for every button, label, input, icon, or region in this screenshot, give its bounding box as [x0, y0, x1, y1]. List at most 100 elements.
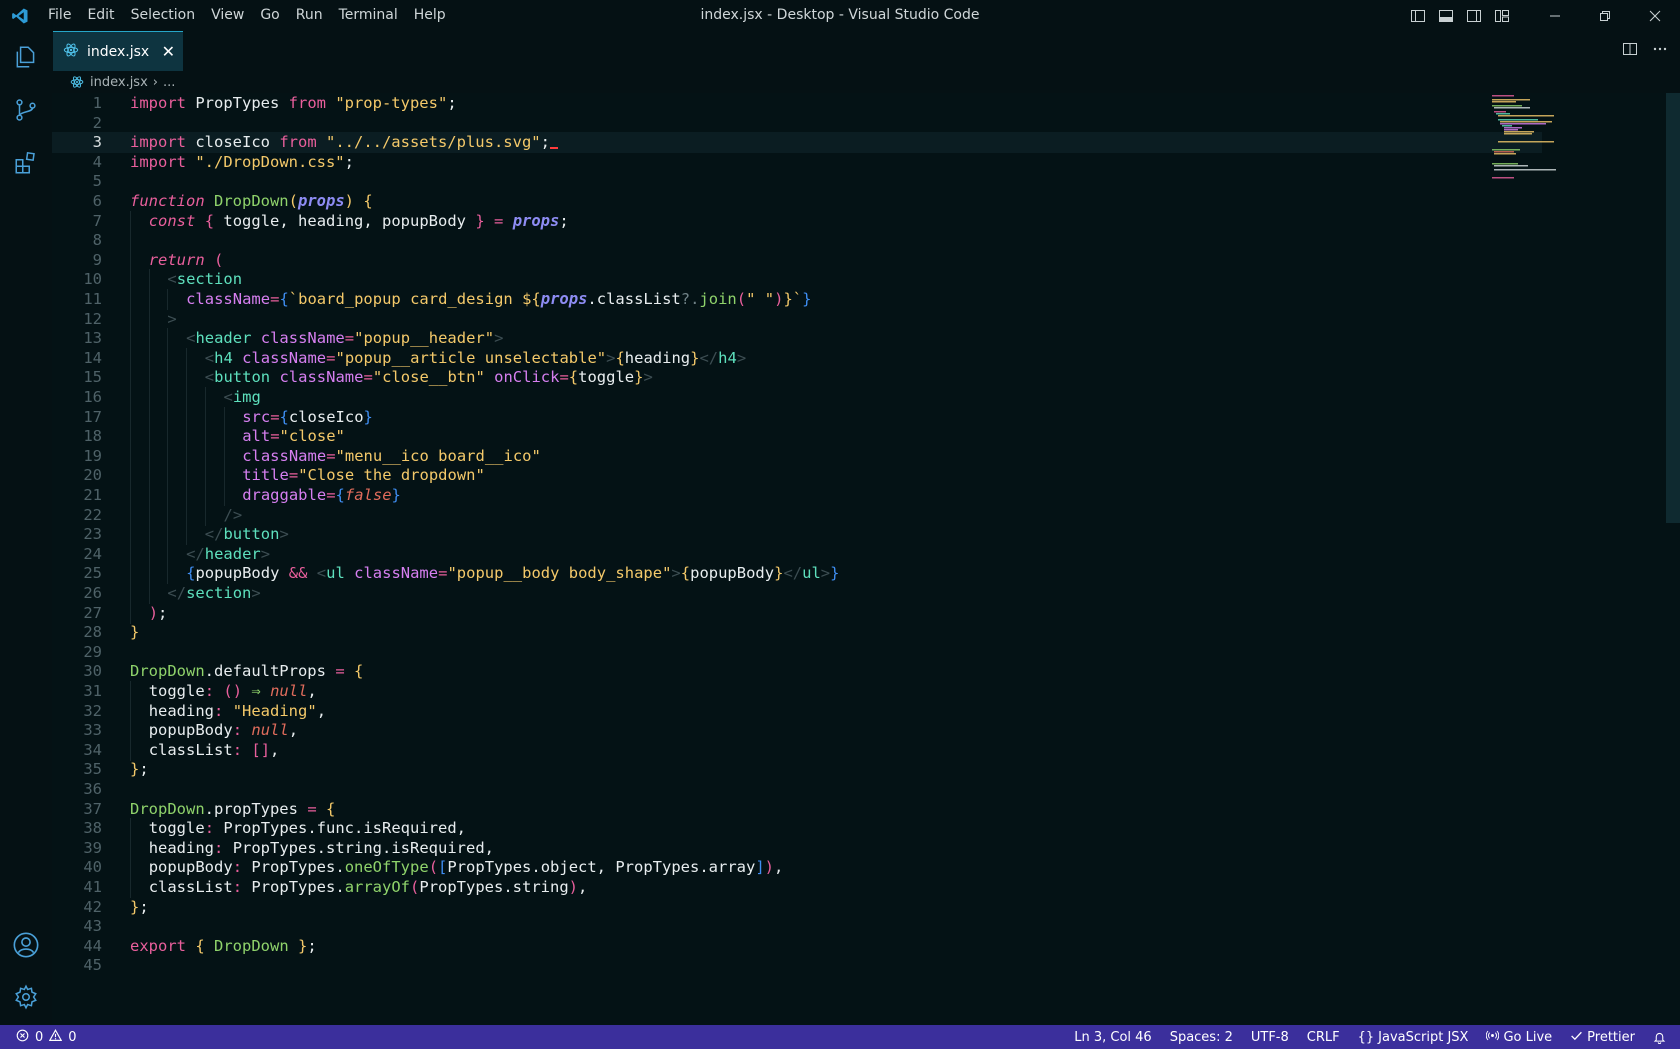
close-icon[interactable]: ✕: [162, 42, 175, 61]
menu-view[interactable]: View: [203, 0, 252, 31]
breadcrumb-file[interactable]: index.jsx: [90, 75, 148, 90]
close-window-icon[interactable]: [1630, 0, 1680, 31]
code-line[interactable]: 17 src={closeIco}: [52, 406, 1542, 428]
code-token: {: [326, 799, 336, 818]
source-control-icon[interactable]: [0, 86, 52, 134]
go-live-button[interactable]: Go Live: [1486, 1029, 1552, 1046]
code-line[interactable]: 33 popupBody: null,: [52, 720, 1542, 742]
code-line[interactable]: 35};: [52, 759, 1542, 780]
account-icon[interactable]: [0, 921, 52, 969]
code-line[interactable]: 11 className={`board_popup card_design ${…: [52, 289, 1542, 310]
code-line[interactable]: 8: [52, 230, 1542, 252]
extensions-icon[interactable]: [0, 139, 52, 187]
menu-selection[interactable]: Selection: [123, 0, 204, 31]
menu-terminal[interactable]: Terminal: [331, 0, 406, 31]
code-line[interactable]: 16 <img: [52, 387, 1542, 408]
code-line[interactable]: 2: [52, 113, 1542, 134]
breadcrumb-symbols[interactable]: ...: [163, 75, 175, 90]
end-of-line[interactable]: CRLF: [1307, 1030, 1340, 1045]
restore-icon[interactable]: [1580, 0, 1630, 31]
menu-file[interactable]: File: [40, 0, 79, 31]
code-line[interactable]: 20 title="Close the dropdown": [52, 465, 1542, 487]
indentation[interactable]: Spaces: 2: [1170, 1030, 1233, 1045]
code-line[interactable]: 23 </button>: [52, 524, 1542, 546]
code-line[interactable]: 27);: [52, 602, 1542, 624]
code-line[interactable]: 37 DropDown.propTypes = {: [52, 799, 1542, 820]
code-line[interactable]: 15 <button className="close__btn" onClick…: [52, 367, 1542, 389]
menu-go[interactable]: Go: [252, 0, 287, 31]
indent-guide: [167, 524, 169, 546]
code-line[interactable]: 38 toggle: PropTypes.func.isRequired,: [52, 818, 1542, 840]
explorer-icon[interactable]: [0, 33, 52, 81]
code-line[interactable]: 42};: [52, 897, 1542, 918]
code-text: popupBody: null,: [149, 720, 298, 741]
code-token: ;: [139, 760, 149, 779]
toggle-secondary-sidebar-icon[interactable]: [1460, 0, 1488, 31]
customize-layout-icon[interactable]: [1488, 0, 1516, 31]
indent-guide: [186, 367, 188, 389]
code-line[interactable]: 32 heading: "Heading",: [52, 700, 1542, 722]
toggle-panel-icon[interactable]: [1432, 0, 1460, 31]
code-line[interactable]: 21 draggable={false}: [52, 485, 1542, 506]
code-line[interactable]: 7 const { toggle, heading, popupBody } = …: [52, 210, 1542, 232]
indent-guide: [167, 504, 169, 526]
code-token: =: [335, 662, 345, 681]
line-number: 12: [83, 309, 102, 328]
code-line[interactable]: 6 function DropDown(props) {: [52, 191, 1542, 212]
code-line[interactable]: 25 {popupBody && <ul className="popup__bo…: [52, 563, 1542, 585]
code-line[interactable]: 29: [52, 642, 1542, 663]
menu-edit[interactable]: Edit: [79, 0, 122, 31]
code-line[interactable]: 28}: [52, 622, 1542, 643]
code-line[interactable]: 3 import closeIco from "../../assets/plus…: [52, 132, 1542, 154]
more-actions-icon[interactable]: [1652, 41, 1668, 61]
bell-icon[interactable]: [1653, 1031, 1666, 1044]
code-token: :: [204, 819, 215, 838]
code-line[interactable]: 1 import PropTypes from "prop-types";: [52, 93, 1542, 114]
code-token: {: [680, 564, 691, 583]
code-token: ,: [307, 682, 317, 700]
code-line[interactable]: 44 export { DropDown };: [52, 936, 1542, 957]
cursor-position[interactable]: Ln 3, Col 46: [1074, 1030, 1151, 1045]
code-line[interactable]: 12 >: [52, 308, 1542, 330]
menu-help[interactable]: Help: [406, 0, 454, 31]
tab-index-jsx[interactable]: index.jsx ✕: [53, 31, 183, 71]
code-line[interactable]: 22 />: [52, 504, 1542, 526]
code-line[interactable]: 45: [52, 955, 1542, 976]
code-editor[interactable]: 1 import PropTypes from "prop-types"; 2 3 im…: [52, 93, 1680, 1025]
menu-run[interactable]: Run: [288, 0, 331, 31]
code-line[interactable]: 13 <header className="popup__header">: [52, 328, 1542, 350]
code-line[interactable]: 40 popupBody: PropTypes.oneOfType([PropTy…: [52, 857, 1542, 879]
code-token: "popup__body body_shape": [447, 564, 672, 583]
settings-gear-icon[interactable]: [0, 973, 52, 1021]
code-token: :: [232, 858, 243, 877]
code-line[interactable]: 41 classList: PropTypes.arrayOf(PropTypes…: [52, 877, 1542, 898]
code-line[interactable]: 31 toggle: () ⇒ null,: [52, 681, 1542, 702]
code-line[interactable]: 10 <section: [52, 269, 1542, 291]
code-line[interactable]: 43: [52, 916, 1542, 937]
code-line[interactable]: 5: [52, 171, 1542, 192]
code-line[interactable]: 30 DropDown.defaultProps = {: [52, 661, 1542, 682]
code-line[interactable]: 14 <h4 className="popup__article unselect…: [52, 347, 1542, 369]
code-line[interactable]: 19 className="menu__ico board__ico": [52, 445, 1542, 467]
code-line[interactable]: 4 import "./DropDown.css";: [52, 152, 1542, 173]
code-line[interactable]: 26 </section>: [52, 583, 1542, 604]
toggle-primary-sidebar-icon[interactable]: [1404, 0, 1432, 31]
indent-guide: [186, 387, 188, 408]
code-line[interactable]: 34 classList: [],: [52, 739, 1542, 761]
encoding[interactable]: UTF-8: [1251, 1030, 1289, 1045]
prettier-status[interactable]: Prettier: [1570, 1029, 1635, 1046]
editor-scrollbar[interactable]: [1666, 93, 1680, 523]
language-mode[interactable]: {} JavaScript JSX: [1358, 1030, 1469, 1045]
minimap[interactable]: [1490, 93, 1570, 183]
code-line[interactable]: 36: [52, 779, 1542, 800]
code-token: (: [736, 290, 747, 308]
react-file-icon: [70, 75, 84, 89]
split-editor-icon[interactable]: [1622, 41, 1638, 61]
problems-indicator[interactable]: 0 0: [0, 1028, 77, 1046]
code-line[interactable]: 24 </header>: [52, 543, 1542, 565]
minimize-icon[interactable]: [1530, 0, 1580, 31]
code-line[interactable]: 18 alt="close": [52, 426, 1542, 448]
code-line[interactable]: 39 heading: PropTypes.string.isRequired,: [52, 837, 1542, 859]
code-line[interactable]: 9 return (: [52, 249, 1542, 271]
line-number: 30: [83, 662, 102, 681]
